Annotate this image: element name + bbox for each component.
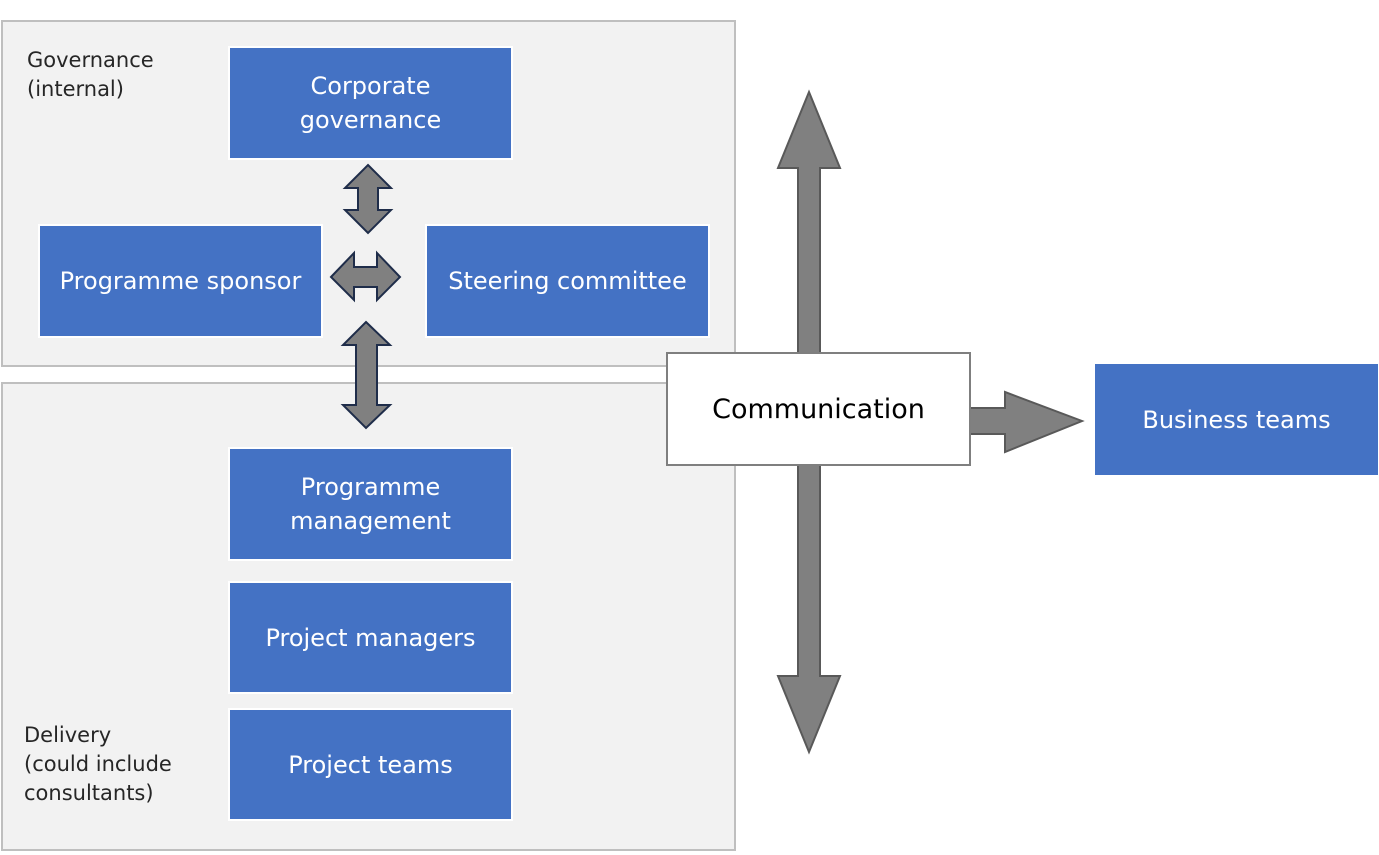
vertical-double-arrow-icon — [340, 320, 393, 430]
horizontal-double-arrow-icon — [329, 250, 402, 303]
vertical-double-arrow-icon — [342, 163, 394, 235]
communication-right-arrow-icon — [967, 390, 1085, 454]
communication-box: Communication — [666, 352, 971, 466]
